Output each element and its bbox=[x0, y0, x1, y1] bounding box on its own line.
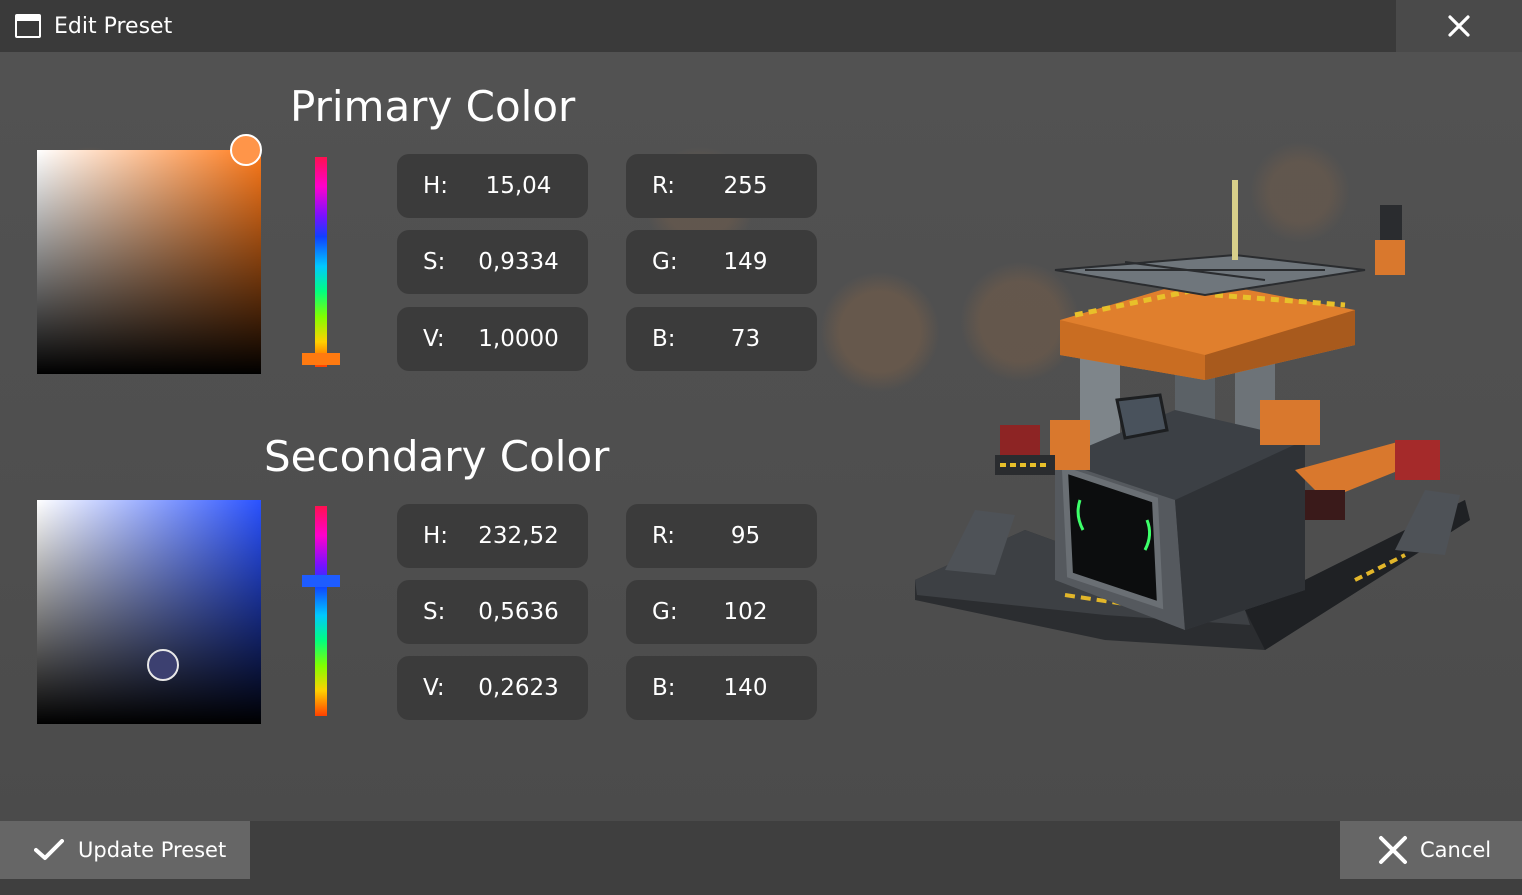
field-value[interactable]: 15,04 bbox=[397, 173, 588, 199]
primary-s-field[interactable]: S: 0,9334 bbox=[397, 230, 588, 294]
primary-hue-slider-thumb[interactable] bbox=[302, 353, 340, 365]
field-value[interactable]: 1,0000 bbox=[397, 326, 588, 352]
primary-b-field[interactable]: B: 73 bbox=[626, 307, 817, 371]
secondary-picker-handle[interactable] bbox=[147, 649, 179, 681]
secondary-r-field[interactable]: R: 95 bbox=[626, 504, 817, 568]
primary-g-field[interactable]: G: 149 bbox=[626, 230, 817, 294]
field-value[interactable]: 0,9334 bbox=[397, 249, 588, 275]
primary-color-heading: Primary Color bbox=[290, 82, 576, 131]
primary-r-field[interactable]: R: 255 bbox=[626, 154, 817, 218]
cancel-label: Cancel bbox=[1420, 838, 1492, 862]
primary-h-field[interactable]: H: 15,04 bbox=[397, 154, 588, 218]
secondary-saturation-value-picker[interactable] bbox=[37, 500, 261, 724]
checkmark-icon bbox=[34, 839, 64, 861]
secondary-v-field[interactable]: V: 0,2623 bbox=[397, 656, 588, 720]
primary-saturation-value-picker[interactable] bbox=[37, 150, 261, 374]
field-value[interactable]: 232,52 bbox=[397, 523, 588, 549]
primary-v-field[interactable]: V: 1,0000 bbox=[397, 307, 588, 371]
field-value[interactable]: 255 bbox=[626, 173, 817, 199]
close-icon bbox=[1378, 835, 1408, 865]
field-value[interactable]: 73 bbox=[626, 326, 817, 352]
secondary-b-field[interactable]: B: 140 bbox=[626, 656, 817, 720]
field-value[interactable]: 95 bbox=[626, 523, 817, 549]
close-icon bbox=[1448, 15, 1470, 37]
field-value[interactable]: 0,5636 bbox=[397, 599, 588, 625]
update-preset-label: Update Preset bbox=[78, 838, 227, 862]
primary-hue-slider[interactable] bbox=[315, 157, 327, 367]
primary-picker-handle[interactable] bbox=[230, 134, 262, 166]
secondary-g-field[interactable]: G: 102 bbox=[626, 580, 817, 644]
field-value[interactable]: 0,2623 bbox=[397, 675, 588, 701]
secondary-s-field[interactable]: S: 0,5636 bbox=[397, 580, 588, 644]
close-button[interactable] bbox=[1396, 0, 1522, 52]
field-value[interactable]: 102 bbox=[626, 599, 817, 625]
secondary-color-heading: Secondary Color bbox=[264, 432, 610, 481]
cancel-button[interactable]: Cancel bbox=[1340, 821, 1522, 879]
window-title: Edit Preset bbox=[54, 13, 173, 39]
secondary-h-field[interactable]: H: 232,52 bbox=[397, 504, 588, 568]
title-bar: Edit Preset bbox=[0, 0, 1396, 52]
secondary-hue-slider[interactable] bbox=[315, 506, 327, 716]
window-icon bbox=[15, 14, 41, 38]
field-value[interactable]: 149 bbox=[626, 249, 817, 275]
update-preset-button[interactable]: Update Preset bbox=[0, 821, 250, 879]
secondary-hue-slider-thumb[interactable] bbox=[302, 575, 340, 587]
field-value[interactable]: 140 bbox=[626, 675, 817, 701]
building-preview-image bbox=[915, 180, 1470, 650]
